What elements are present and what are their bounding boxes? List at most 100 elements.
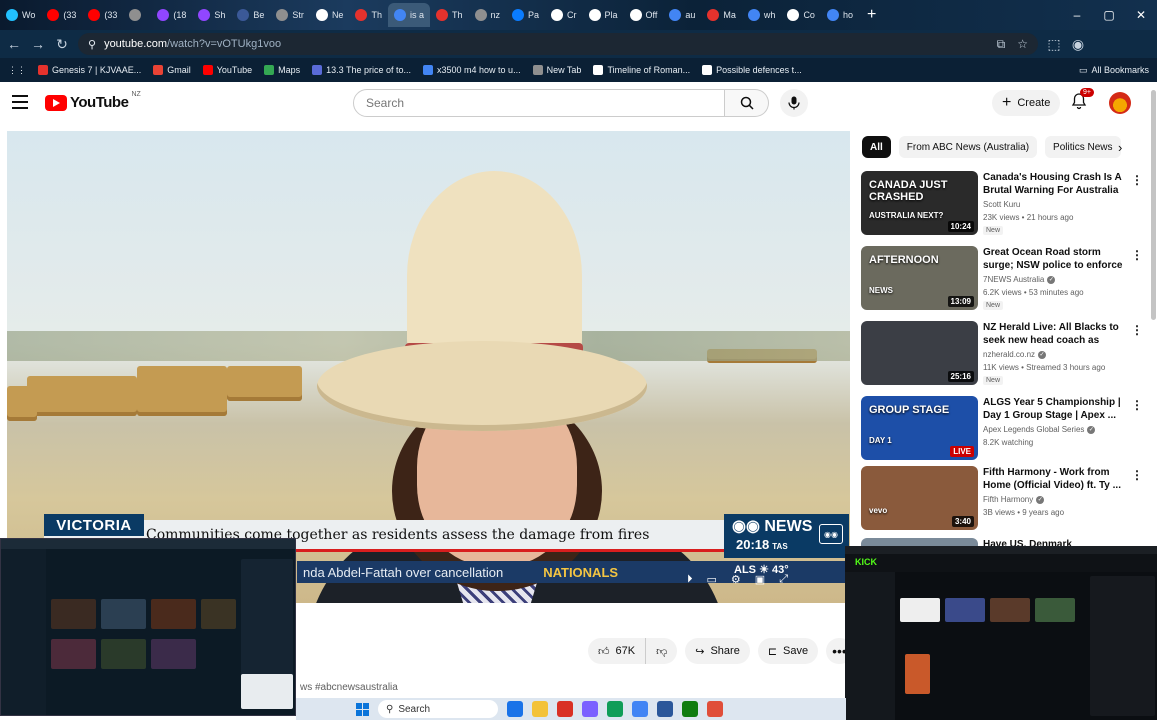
bookmark-item[interactable]: 13.3 The price of to... xyxy=(312,65,411,75)
browser-tab[interactable]: (33 xyxy=(82,3,123,27)
bookmark-item[interactable]: YouTube xyxy=(202,65,252,75)
browser-tab[interactable]: (33 xyxy=(41,3,82,27)
video-player[interactable]: Communities come together as residents a… xyxy=(7,131,850,603)
address-bar[interactable]: ⚲ youtube.com/watch?v=vOTUkg1voo ⧉ ☆ xyxy=(78,33,1038,55)
browser-tab[interactable] xyxy=(123,3,151,27)
settings-icon[interactable]: ⚙ xyxy=(731,573,741,586)
taskbar-app-icon[interactable] xyxy=(657,701,673,717)
more-options-icon[interactable]: ⋮ xyxy=(1131,398,1143,412)
more-options-icon[interactable]: ⋮ xyxy=(1131,248,1143,262)
fullscreen-icon[interactable]: ⤢ xyxy=(779,573,788,586)
browser-tab[interactable]: Co xyxy=(781,3,821,27)
bookmark-item[interactable]: Gmail xyxy=(153,65,191,75)
taskbar-search[interactable]: ⚲ Search xyxy=(378,700,498,718)
reload-icon[interactable]: ↻ xyxy=(54,36,70,53)
bookmark-item[interactable]: New Tab xyxy=(532,65,581,75)
chevron-right-icon[interactable]: › xyxy=(1118,140,1122,155)
channel-name[interactable]: Scott Kuru xyxy=(983,200,1020,209)
site-info-icon[interactable]: ⚲ xyxy=(88,38,96,51)
miniplayer-icon[interactable]: ▣ xyxy=(755,573,765,586)
video-thumbnail[interactable]: GROUP STAGE DAY 1 LIVE xyxy=(861,396,978,460)
maximize-button[interactable]: ▢ xyxy=(1093,8,1125,22)
bookmark-item[interactable]: x3500 m4 how to u... xyxy=(423,65,521,75)
share-button[interactable]: ↪ Share xyxy=(685,638,750,664)
bookmark-item[interactable]: Genesis 7 | KJVAAE... xyxy=(38,65,141,75)
browser-tab[interactable]: Th xyxy=(430,3,469,27)
save-button[interactable]: ⊏ Save xyxy=(757,638,819,664)
browser-tab[interactable]: Th xyxy=(349,3,388,27)
recommended-video[interactable]: vevo 3:40 Fifth Harmony - Work from Home (… xyxy=(861,466,1146,532)
autoplay-toggle[interactable]: ⏵ xyxy=(687,573,693,586)
back-icon[interactable]: ← xyxy=(6,36,22,52)
bookmark-item[interactable]: Possible defences t... xyxy=(702,65,802,75)
dislike-button[interactable]: 👎︎ xyxy=(645,638,678,664)
taskbar-app-icon[interactable] xyxy=(682,701,698,717)
taskbar-app-icon[interactable] xyxy=(507,701,523,717)
create-button[interactable]: + Create xyxy=(992,90,1061,116)
channel-name[interactable]: Fifth Harmony ✓ xyxy=(983,495,1045,504)
browser-tab[interactable]: (18 xyxy=(151,3,192,27)
browser-tab[interactable]: Pla xyxy=(583,3,624,27)
like-button[interactable]: 👍︎ 67K xyxy=(588,638,646,664)
video-thumbnail[interactable]: 25:16 xyxy=(861,321,978,385)
channel-name[interactable]: nzherald.co.nz ✓ xyxy=(983,350,1047,359)
bookmark-item[interactable]: Maps xyxy=(264,65,300,75)
taskbar-app-icon[interactable] xyxy=(707,701,723,717)
video-thumbnail[interactable]: CANADA JUST CRASHED AUSTRALIA NEXT? 10:24 xyxy=(861,171,978,235)
channel-name[interactable]: Apex Legends Global Series ✓ xyxy=(983,425,1096,434)
notifications-button[interactable]: 9+ xyxy=(1070,88,1094,114)
overlay-window-left[interactable] xyxy=(0,538,296,716)
extensions-icon[interactable]: ⬚ xyxy=(1046,36,1062,53)
install-app-icon[interactable]: ⧉ xyxy=(997,37,1006,52)
browser-tab[interactable]: Ne xyxy=(310,3,350,27)
bookmark-star-icon[interactable]: ☆ xyxy=(1017,37,1028,52)
minimize-button[interactable]: – xyxy=(1061,8,1093,22)
browser-tab[interactable]: ho xyxy=(821,3,859,27)
close-window-button[interactable]: ✕ xyxy=(1125,8,1157,22)
captions-icon[interactable]: ▭ xyxy=(707,573,717,586)
browser-tab[interactable]: Pa xyxy=(506,3,545,27)
video-title[interactable]: Have US, Denmark Greenland xyxy=(983,538,1123,546)
video-thumbnail[interactable] xyxy=(861,538,978,546)
profile-icon[interactable]: ◉ xyxy=(1070,36,1086,53)
browser-tab[interactable]: Wo xyxy=(0,3,41,27)
taskbar-app-icon[interactable] xyxy=(632,701,648,717)
forward-icon[interactable]: → xyxy=(30,36,46,52)
taskbar-app-icon[interactable] xyxy=(557,701,573,717)
browser-tab[interactable]: Be xyxy=(231,3,270,27)
video-title[interactable]: Fifth Harmony - Work from Home (Official… xyxy=(983,466,1123,492)
more-options-icon[interactable]: ⋮ xyxy=(1131,468,1143,482)
search-button[interactable] xyxy=(725,89,769,117)
recommended-video[interactable]: Have US, Denmark Greenland xyxy=(861,538,1146,546)
browser-tab[interactable]: Cr xyxy=(545,3,583,27)
browser-tab[interactable]: au xyxy=(663,3,701,27)
browser-tab[interactable]: nz xyxy=(469,3,507,27)
browser-tab[interactable]: Sh xyxy=(192,3,231,27)
new-tab-button[interactable]: + xyxy=(859,6,884,24)
browser-tab[interactable]: Off xyxy=(624,3,664,27)
video-title[interactable]: NZ Herald Live: All Blacks to seek new h… xyxy=(983,321,1123,347)
video-title[interactable]: Canada's Housing Crash Is A Brutal Warni… xyxy=(983,171,1123,197)
recommended-video[interactable]: CANADA JUST CRASHED AUSTRALIA NEXT? 10:24 C… xyxy=(861,171,1146,237)
taskbar-app-icon[interactable] xyxy=(582,701,598,717)
video-title[interactable]: Great Ocean Road storm surge; NSW police… xyxy=(983,246,1123,272)
channel-name[interactable]: 7NEWS Australia ✓ xyxy=(983,275,1056,284)
browser-tab[interactable]: is a xyxy=(387,3,430,27)
filter-chip[interactable]: All xyxy=(862,136,891,158)
video-thumbnail[interactable]: AFTERNOON NEWS 13:09 xyxy=(861,246,978,310)
description-hashtags[interactable]: ws #abcnewsaustralia xyxy=(300,682,398,693)
more-options-icon[interactable]: ⋮ xyxy=(1131,173,1143,187)
account-avatar[interactable] xyxy=(1109,92,1131,114)
taskbar-app-icon[interactable] xyxy=(532,701,548,717)
all-bookmarks[interactable]: ▭ All Bookmarks xyxy=(1079,65,1149,76)
menu-icon[interactable] xyxy=(12,95,28,109)
video-thumbnail[interactable]: vevo 3:40 xyxy=(861,466,978,530)
youtube-logo[interactable]: YouTube NZ xyxy=(45,91,141,111)
browser-tab[interactable]: wh xyxy=(742,3,782,27)
search-input[interactable]: Search xyxy=(353,89,725,117)
recommended-video[interactable]: AFTERNOON NEWS 13:09 Great Ocean Road storm… xyxy=(861,246,1146,312)
windows-start-icon[interactable] xyxy=(356,702,369,716)
more-options-icon[interactable]: ⋮ xyxy=(1131,323,1143,337)
browser-tab[interactable]: Str xyxy=(270,3,310,27)
filter-chip[interactable]: Politics News xyxy=(1045,136,1121,158)
